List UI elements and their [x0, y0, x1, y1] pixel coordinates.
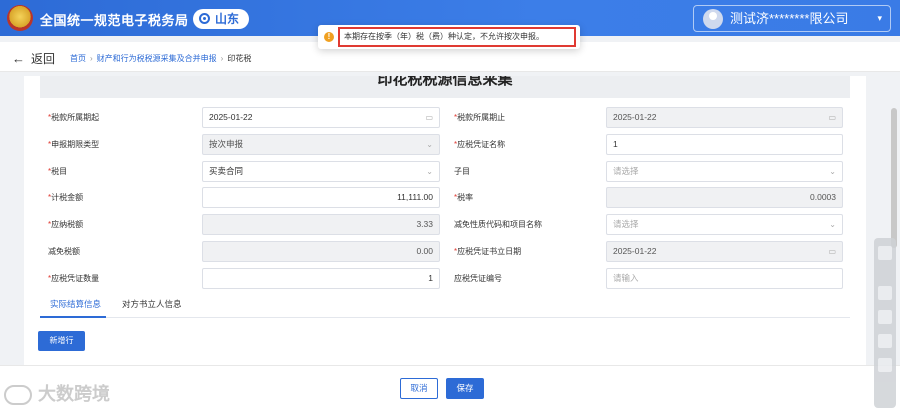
label-period-type: *申报期限类型	[48, 140, 100, 149]
toolbar-button-icon[interactable]	[878, 358, 892, 372]
user-account-menu[interactable]: 测试济********限公司 ▾	[693, 5, 891, 32]
label-voucher-number: 应税凭证编号	[454, 274, 502, 283]
breadcrumb-separator: ›	[220, 54, 224, 63]
chevron-down-icon: ⌄	[426, 140, 433, 149]
watermark-logo-icon	[4, 385, 32, 406]
form-title: 印花税税源信息采集	[40, 76, 850, 98]
toolbar-button-icon[interactable]	[878, 286, 892, 300]
calendar-icon: ▭	[828, 247, 836, 256]
breadcrumb-separator: ›	[90, 54, 93, 63]
chevron-down-icon: ▾	[877, 13, 882, 23]
region-label: 山东	[215, 12, 240, 26]
active-tab-indicator	[40, 316, 106, 318]
toast-message: 本期存在按季（年）税（费）种认定，不允许按次申报。	[338, 27, 576, 47]
voucher-name-input[interactable]: 1	[606, 134, 843, 155]
label-voucher-date: *应税凭证书立日期	[454, 247, 522, 256]
form-panel: 印花税税源信息采集 *税款所属期起 2025-01-22 ▭ *申报期限类型 按次…	[24, 76, 866, 376]
toolbar-button-icon[interactable]	[878, 334, 892, 348]
label-tax-item: *税目	[48, 167, 68, 176]
relief-code-select[interactable]: 请选择 ⌄	[606, 214, 843, 235]
tab-actual-settlement[interactable]: 实际结算信息	[50, 298, 101, 310]
back-arrow-icon: ←	[12, 51, 25, 66]
voucher-count-input[interactable]: 1	[202, 268, 440, 289]
back-label: 返回	[31, 52, 56, 66]
vertical-scrollbar[interactable]	[891, 108, 897, 248]
warning-icon: !	[324, 32, 334, 42]
label-period-end: *税款所属期止	[454, 113, 506, 122]
calendar-icon: ▭	[828, 113, 836, 122]
label-tax-relief: 减免税额	[48, 247, 80, 256]
period-start-date-input[interactable]: 2025-01-22 ▭	[202, 107, 440, 128]
period-type-select[interactable]: 按次申报 ⌄	[202, 134, 440, 155]
breadcrumb-current: 印花税	[227, 54, 252, 63]
add-row-button[interactable]: 新增行	[38, 331, 85, 351]
label-voucher-count: *应税凭证数量	[48, 274, 100, 283]
tab-counterparty[interactable]: 对方书立人信息	[122, 298, 182, 310]
label-period-start: *税款所属期起	[48, 113, 100, 122]
action-footer: 大数跨境 取消 保存	[0, 365, 900, 411]
voucher-number-input[interactable]: 请输入	[606, 268, 843, 289]
chevron-down-icon: ⌄	[426, 167, 433, 176]
chevron-down-icon: ⌄	[829, 167, 836, 176]
warning-toast: ! 本期存在按季（年）税（费）种认定，不允许按次申报。	[318, 25, 580, 49]
location-pin-icon	[199, 13, 210, 24]
label-tax-payable: *应纳税额	[48, 220, 84, 229]
label-voucher-name: *应税凭证名称	[454, 140, 506, 149]
toolbar-button-icon[interactable]	[878, 246, 892, 260]
breadcrumb: 首页 › 财产和行为税税源采集及合并申报 › 印花税	[70, 53, 251, 64]
cancel-button[interactable]: 取消	[400, 378, 438, 399]
taxable-amount-input[interactable]: 11,111.00	[202, 187, 440, 208]
breadcrumb-collection[interactable]: 财产和行为税税源采集及合并申报	[97, 54, 217, 63]
breadcrumb-home[interactable]: 首页	[70, 54, 86, 63]
save-button[interactable]: 保存	[446, 378, 484, 399]
sub-tabs: 实际结算信息 对方书立人信息	[40, 292, 850, 318]
sub-item-select[interactable]: 请选择 ⌄	[606, 161, 843, 182]
period-end-date-field: 2025-01-22 ▭	[606, 107, 843, 128]
back-button[interactable]: ← 返回	[12, 50, 55, 67]
tax-payable-field: 3.33	[202, 214, 440, 235]
region-selector[interactable]: 山东	[193, 9, 250, 29]
company-name: 测试济********限公司	[730, 11, 849, 26]
user-avatar-icon	[703, 9, 723, 29]
tax-rate-field: 0.0003	[606, 187, 843, 208]
watermark: 大数跨境	[4, 380, 110, 406]
label-taxable-amount: *计税金额	[48, 193, 84, 202]
chevron-down-icon: ⌄	[829, 220, 836, 229]
calendar-icon: ▭	[425, 113, 433, 122]
tax-emblem-logo	[7, 5, 33, 31]
floating-toolbar	[874, 238, 896, 408]
label-tax-rate: *税率	[454, 193, 474, 202]
tax-item-select[interactable]: 买卖合同 ⌄	[202, 161, 440, 182]
voucher-date-field: 2025-01-22 ▭	[606, 241, 843, 262]
tax-relief-field: 0.00	[202, 241, 440, 262]
site-title: 全国统一规范电子税务局	[40, 13, 189, 28]
toolbar-button-icon[interactable]	[878, 310, 892, 324]
label-relief-code: 减免性质代码和项目名称	[454, 220, 542, 229]
label-sub-item: 子目	[454, 167, 470, 176]
